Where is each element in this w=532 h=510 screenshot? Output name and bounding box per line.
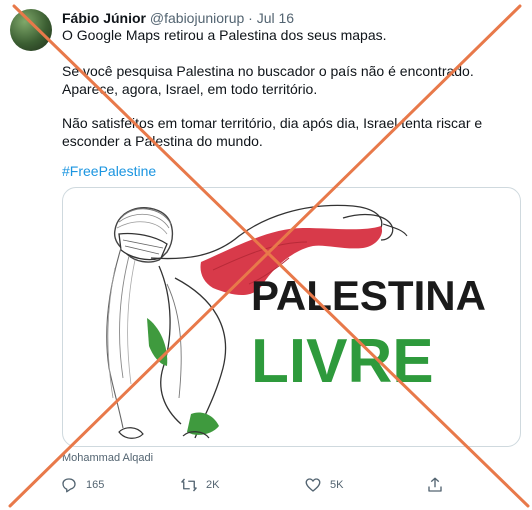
- image-caption: Mohammad Alqadi: [62, 452, 154, 464]
- like-button[interactable]: 5K: [304, 476, 343, 494]
- hashtag-link[interactable]: #FreePalestine: [62, 162, 156, 180]
- tweet-image[interactable]: PALESTINA LIVRE: [62, 187, 521, 447]
- reply-count: 165: [86, 479, 105, 491]
- like-count: 5K: [330, 479, 344, 491]
- tweet-paragraph-2: Se você pesquisa Palestina no buscador o…: [62, 63, 474, 97]
- reply-button[interactable]: 165: [60, 476, 104, 494]
- retweet-count: 2K: [206, 479, 220, 491]
- action-bar: 165 2K 5K: [60, 476, 500, 496]
- tweet-date[interactable]: Jul 16: [257, 10, 294, 26]
- like-icon: [304, 476, 322, 494]
- tweet-paragraph-1: O Google Maps retirou a Palestina dos se…: [62, 27, 387, 43]
- tweet-paragraph-3: Não satisfeitos em tomar território, dia…: [62, 115, 483, 149]
- header-separator: ·: [248, 10, 253, 26]
- share-button[interactable]: [426, 476, 444, 494]
- reply-icon: [60, 476, 78, 494]
- palestina-livre-illustration: PALESTINA LIVRE: [106, 204, 486, 439]
- share-icon: [426, 476, 444, 494]
- image-text-palestina: PALESTINA: [251, 272, 486, 319]
- image-text-livre: LIVRE: [251, 327, 434, 396]
- retweet-button[interactable]: 2K: [180, 476, 219, 494]
- author-name[interactable]: Fábio Júnior: [62, 10, 146, 26]
- author-handle[interactable]: @fabiojuniorup: [150, 10, 244, 26]
- avatar[interactable]: [10, 9, 52, 51]
- tweet-header: Fábio Júnior @fabiojuniorup · Jul 16: [62, 9, 294, 27]
- retweet-icon: [180, 476, 198, 494]
